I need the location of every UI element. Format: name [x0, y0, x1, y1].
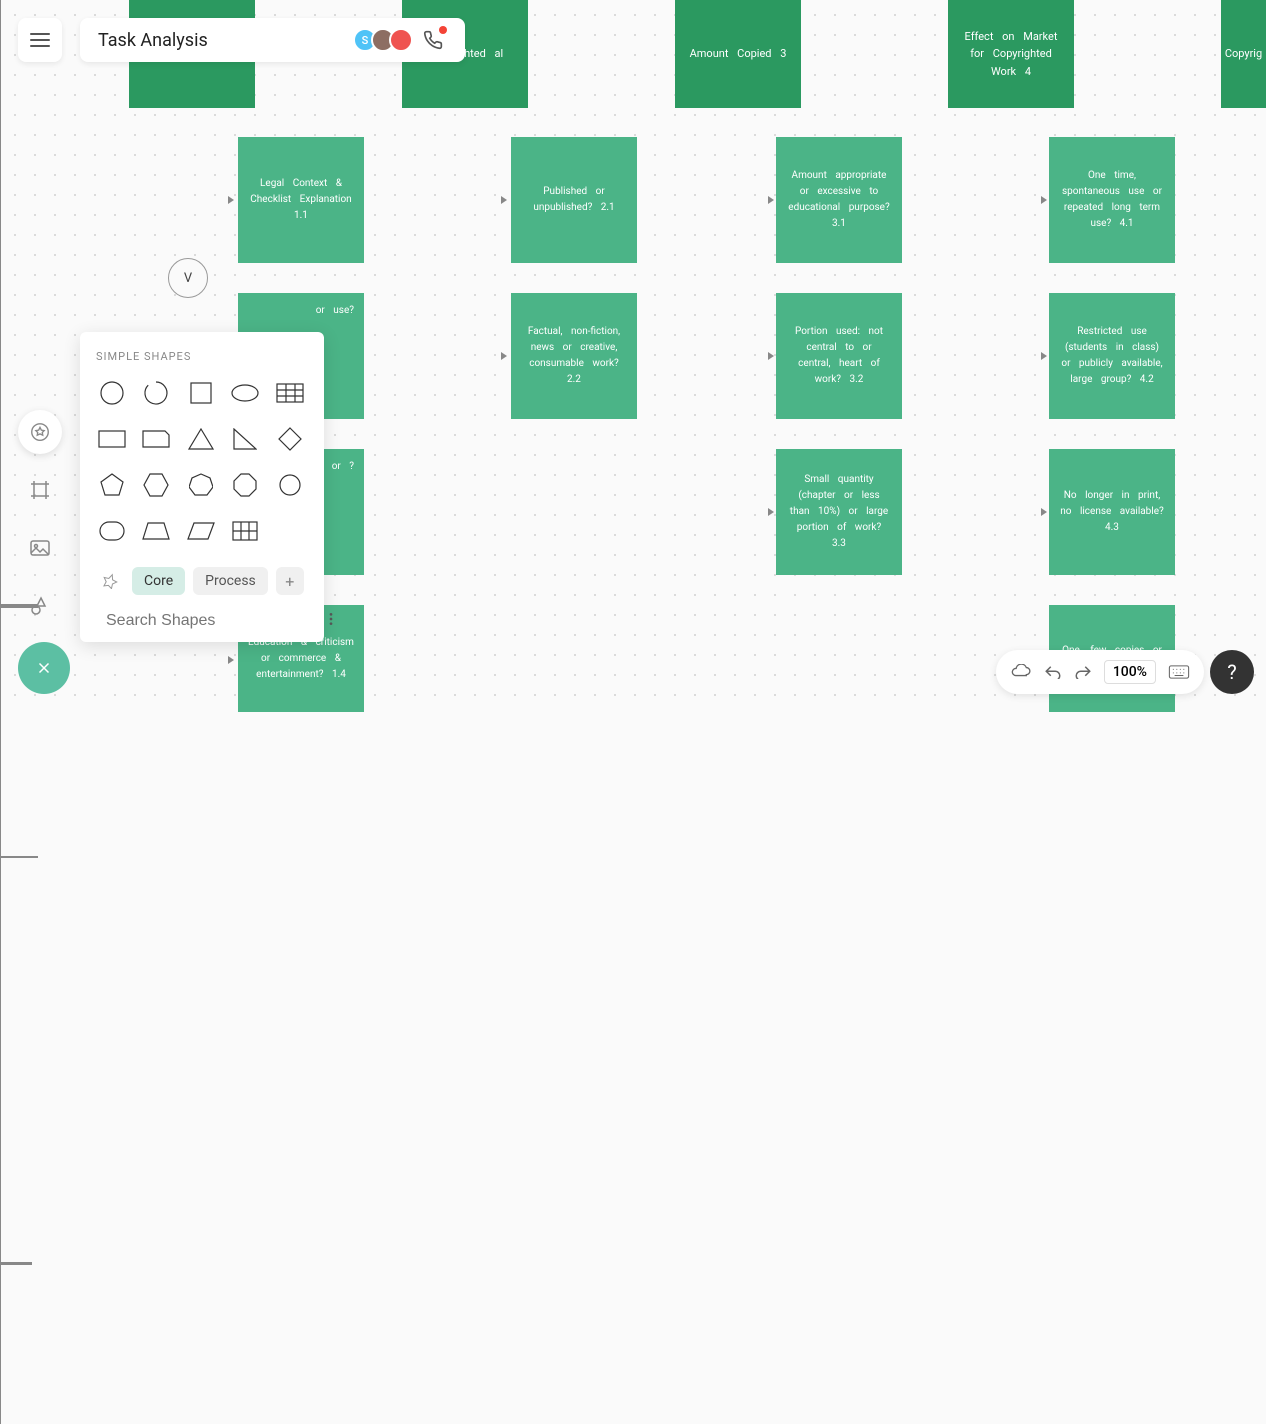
shapes-grid — [96, 377, 308, 547]
shape-empty — [274, 515, 306, 547]
left-dock — [18, 410, 62, 628]
title-bar: Task Analysis S — [80, 18, 465, 62]
image-icon — [28, 536, 52, 560]
notification-dot-icon — [439, 26, 447, 34]
arrow-icon — [228, 196, 234, 204]
question-icon: ? — [1227, 660, 1236, 684]
redo-icon — [1074, 665, 1092, 679]
search-row — [96, 599, 308, 643]
close-icon — [35, 659, 53, 677]
arrow-icon — [1041, 352, 1047, 360]
shape-trapezoid[interactable] — [140, 515, 172, 547]
node-1-1[interactable]: Legal Context & Checklist Explanation 1.… — [238, 137, 364, 263]
shape-circle[interactable] — [96, 377, 128, 409]
header-node-5[interactable]: Copyrig — [1221, 0, 1266, 108]
arrow-icon — [501, 352, 507, 360]
shape-circle-alt[interactable] — [274, 469, 306, 501]
shape-rounded-rect[interactable] — [96, 515, 128, 547]
cloud-icon — [1010, 664, 1032, 680]
palette-tabs: Core Process + — [96, 563, 308, 599]
star-circle-icon — [29, 421, 51, 443]
shape-hexagon[interactable] — [140, 469, 172, 501]
arrow-icon — [768, 196, 774, 204]
node-3-2[interactable]: Portion used: not central to or central,… — [776, 293, 902, 419]
node-4-1[interactable]: One time, spontaneous use or repeated lo… — [1049, 137, 1175, 263]
arrow-icon — [768, 352, 774, 360]
shape-ellipse[interactable] — [229, 377, 261, 409]
cloud-sync-button[interactable] — [1010, 664, 1032, 680]
shape-card[interactable] — [140, 423, 172, 455]
image-tool[interactable] — [18, 526, 62, 570]
palette-title: SIMPLE SHAPES — [96, 350, 308, 363]
pin-icon — [102, 573, 118, 589]
draw-tool[interactable] — [18, 584, 62, 628]
header-node-3[interactable]: Amount Copied 3 — [675, 0, 801, 108]
node-2-2[interactable]: Factual, non-fiction, news or creative, … — [511, 293, 637, 419]
tab-core[interactable]: Core — [132, 567, 185, 595]
shape-grid[interactable] — [229, 515, 261, 547]
help-button[interactable]: ? — [1210, 650, 1254, 694]
tab-add-button[interactable]: + — [276, 567, 304, 595]
shape-diamond[interactable] — [274, 423, 306, 455]
undo-button[interactable] — [1044, 665, 1062, 679]
node-4-3[interactable]: No longer in print, no license available… — [1049, 449, 1175, 575]
shape-palette: SIMPLE SHAPES Core Process + — [80, 332, 324, 642]
arrow-icon — [501, 196, 507, 204]
shape-rectangle[interactable] — [96, 423, 128, 455]
document-title[interactable]: Task Analysis — [98, 30, 208, 51]
shape-right-triangle[interactable] — [229, 423, 261, 455]
shape-heptagon[interactable] — [185, 469, 217, 501]
avatar[interactable] — [389, 28, 413, 52]
circle-node-v[interactable]: V — [168, 258, 208, 298]
node-3-1[interactable]: Amount appropriate or excessive to educa… — [776, 137, 902, 263]
hamburger-icon — [30, 33, 50, 47]
shapes-icon — [28, 594, 52, 618]
connector — [0, 858, 1, 1262]
shape-triangle[interactable] — [185, 423, 217, 455]
connector — [0, 1264, 32, 1265]
node-3-3[interactable]: Small quantity (chapter or less than 10%… — [776, 449, 902, 575]
arrow-icon — [228, 656, 234, 664]
shape-parallelogram[interactable] — [185, 515, 217, 547]
zoom-level[interactable]: 100% — [1104, 660, 1156, 684]
menu-button[interactable] — [18, 18, 62, 62]
node-4-2[interactable]: Restricted use (students in class) or pu… — [1049, 293, 1175, 419]
call-button[interactable] — [419, 26, 447, 54]
shape-pentagon[interactable] — [96, 469, 128, 501]
undo-icon — [1044, 665, 1062, 679]
node-2-1[interactable]: Published or unpublished? 2.1 — [511, 137, 637, 263]
frame-icon — [28, 478, 52, 502]
arrow-icon — [1041, 196, 1047, 204]
tab-process[interactable]: Process — [193, 567, 268, 595]
shapes-tool[interactable] — [18, 410, 62, 454]
connector — [0, 1265, 1, 1424]
keyboard-button[interactable] — [1168, 665, 1190, 679]
shape-arc[interactable] — [140, 377, 172, 409]
bottom-toolbar: 100% — [996, 650, 1204, 694]
more-vertical-icon — [323, 611, 339, 627]
shape-octagon[interactable] — [229, 469, 261, 501]
connector — [0, 857, 38, 858]
collaborators: S — [353, 26, 447, 54]
shape-square[interactable] — [185, 377, 217, 409]
frame-tool[interactable] — [18, 468, 62, 512]
more-button[interactable] — [323, 611, 339, 631]
close-palette-button[interactable] — [18, 642, 70, 694]
keyboard-icon — [1168, 665, 1190, 679]
arrow-icon — [1041, 508, 1047, 516]
arrow-icon — [768, 508, 774, 516]
search-input[interactable] — [106, 612, 313, 630]
redo-button[interactable] — [1074, 665, 1092, 679]
shape-table[interactable] — [274, 377, 306, 409]
pin-button[interactable] — [96, 567, 124, 595]
header-node-4[interactable]: Effect on Market for Copyrighted Work 4 — [948, 0, 1074, 108]
